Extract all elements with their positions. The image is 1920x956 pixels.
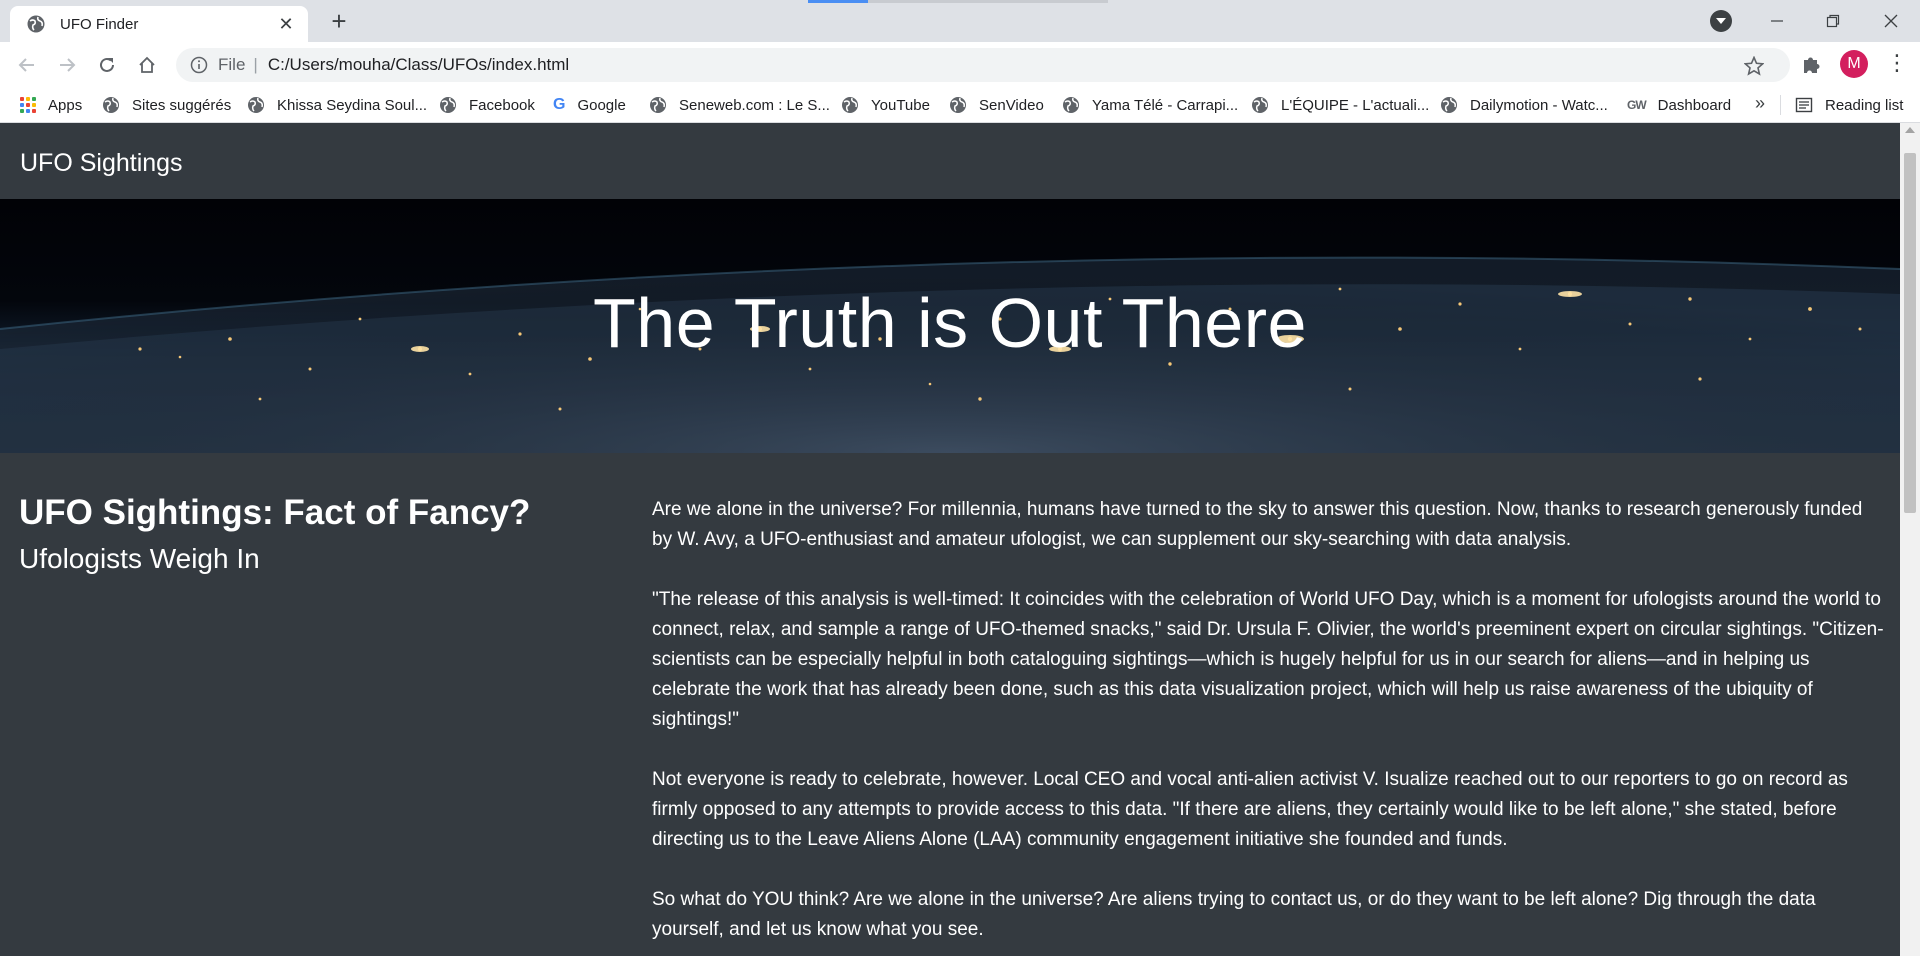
star-icon[interactable] — [1744, 56, 1764, 76]
extensions-icon[interactable] — [1800, 54, 1822, 76]
bookmark-label: Dailymotion - Watc... — [1470, 96, 1608, 114]
avatar[interactable]: M — [1840, 50, 1868, 78]
article-paragraph: So what do YOU think? Are we alone in th… — [652, 889, 1816, 940]
bookmark-dashboard[interactable]: GW Dashboard — [1627, 88, 1731, 122]
apps-grid-icon — [20, 97, 36, 113]
bookmark-khissa[interactable]: Khissa Seydina Soul... — [247, 88, 427, 122]
bookmark-lequipe[interactable]: L'ÉQUIPE - L'actuali... — [1251, 88, 1429, 122]
sidebar-subheading: Ufologists Weigh In — [19, 543, 260, 574]
reading-list-button[interactable]: Reading list — [1795, 88, 1903, 122]
globe-icon — [950, 97, 966, 113]
close-icon — [1884, 14, 1898, 28]
address-url[interactable]: C:/Users/mouha/Class/UFOs/index.html — [268, 55, 569, 75]
globe-icon — [440, 97, 456, 113]
reading-list-label: Reading list — [1825, 96, 1904, 114]
globe-icon — [1063, 97, 1079, 113]
bookmark-label: SenVideo — [979, 96, 1044, 114]
bookmark-sites-suggeres[interactable]: Sites suggérés — [102, 88, 231, 122]
home-icon — [139, 56, 155, 73]
hero-banner: The Truth is Out There — [0, 199, 1900, 453]
tab-progress-indicator — [808, 0, 868, 3]
tab-strip-highlight — [868, 0, 1108, 3]
reload-button[interactable] — [92, 50, 122, 80]
bookmark-label: Apps — [48, 96, 83, 114]
article-paragraph: Are we alone in the universe? For millen… — [652, 499, 1863, 550]
address-scheme: File — [218, 55, 246, 74]
bookmarks-divider — [1780, 95, 1781, 115]
forward-button[interactable] — [52, 50, 82, 80]
reading-list-icon — [1795, 97, 1813, 113]
bookmark-label: Seneweb.com : Le S... — [679, 96, 830, 114]
bookmark-yama-tele[interactable]: Yama Télé - Carrapi... — [1062, 88, 1238, 122]
hero-title: The Truth is Out There — [593, 284, 1307, 362]
vertical-scrollbar[interactable] — [1900, 123, 1920, 956]
address-bar[interactable]: File | C:/Users/mouha/Class/UFOs/index.h… — [176, 48, 1790, 82]
navbar-brand[interactable]: UFO Sightings — [20, 149, 183, 178]
bookmark-dailymotion[interactable]: Dailymotion - Watc... — [1440, 88, 1608, 122]
close-window-button[interactable] — [1868, 0, 1914, 42]
minimize-button[interactable] — [1754, 0, 1800, 42]
article-paragraph: Not everyone is ready to celebrate, howe… — [652, 769, 1848, 850]
bookmark-apps[interactable]: Apps — [20, 88, 82, 122]
bookmark-label: Yama Télé - Carrapi... — [1092, 96, 1239, 114]
bookmark-seneweb[interactable]: Seneweb.com : Le S... — [649, 88, 830, 122]
page-viewport: UFO Sightings The Truth is Out There UFO… — [0, 123, 1900, 956]
home-button[interactable] — [132, 50, 162, 80]
bookmark-senvideo[interactable]: SenVideo — [949, 88, 1044, 122]
close-tab-icon[interactable]: ✕ — [276, 14, 296, 35]
info-icon[interactable] — [190, 56, 208, 74]
bookmarks-bar: Apps Sites suggérés Khissa Seydina Soul.… — [0, 88, 1920, 123]
bookmark-label: Sites suggérés — [132, 96, 232, 114]
address-separator: | — [253, 55, 258, 74]
globe-icon — [27, 15, 45, 33]
bookmark-label: Facebook — [469, 96, 535, 114]
new-tab-button[interactable]: + — [324, 6, 354, 36]
bookmark-google[interactable]: G Google — [553, 88, 626, 122]
bookmark-label: L'ÉQUIPE - L'actuali... — [1281, 96, 1430, 114]
restore-button[interactable] — [1810, 0, 1856, 42]
google-icon: G — [553, 96, 566, 113]
reload-icon — [100, 57, 114, 72]
minimize-icon — [1771, 20, 1783, 22]
bookmarks-overflow-button[interactable]: » — [1755, 93, 1765, 114]
globe-icon — [650, 97, 666, 113]
arrow-left-icon — [18, 58, 34, 72]
article-body: Are we alone in the universe? For millen… — [652, 495, 1887, 956]
tab-strip: UFO Finder ✕ + — [0, 0, 1920, 42]
bookmark-label: Khissa Seydina Soul... — [277, 96, 428, 114]
bookmark-label: Google — [577, 96, 626, 114]
bookmark-label: YouTube — [871, 96, 930, 114]
article-paragraph: "The release of this analysis is well-ti… — [652, 589, 1884, 730]
sidebar-heading: UFO Sightings: Fact of Fancy? — [19, 493, 531, 532]
globe-icon — [1441, 97, 1457, 113]
tab-title: UFO Finder — [60, 15, 139, 33]
back-button[interactable] — [12, 50, 42, 80]
menu-icon[interactable]: ⋮ — [1886, 52, 1908, 74]
globe-icon — [842, 97, 858, 113]
bookmark-facebook[interactable]: Facebook — [439, 88, 535, 122]
arrow-up-icon — [1905, 127, 1915, 133]
bookmark-label: Dashboard — [1657, 96, 1732, 114]
browser-tab[interactable]: UFO Finder ✕ — [10, 6, 308, 42]
bookmark-youtube[interactable]: YouTube — [841, 88, 930, 122]
restore-icon — [1826, 14, 1840, 28]
browser-toolbar: File | C:/Users/mouha/Class/UFOs/index.h… — [0, 42, 1920, 88]
globe-icon — [1252, 97, 1268, 113]
tab-search-button[interactable] — [1710, 10, 1732, 32]
globe-icon — [248, 97, 264, 113]
gw-icon: GW — [1627, 98, 1647, 112]
arrow-right-icon — [60, 58, 76, 72]
scroll-up-arrow[interactable] — [1900, 127, 1920, 137]
globe-icon — [103, 97, 119, 113]
chevron-down-icon — [1716, 18, 1726, 24]
scrollbar-thumb[interactable] — [1904, 153, 1916, 513]
